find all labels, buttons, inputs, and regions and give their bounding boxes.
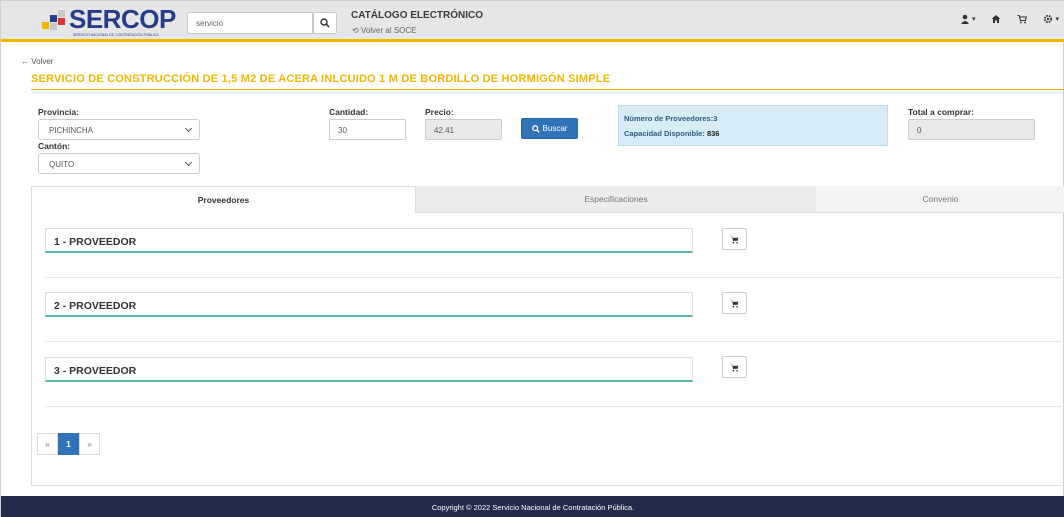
canton-label: Cantón: bbox=[38, 141, 71, 151]
tab-bar: Proveedores Especificaciones Convenio bbox=[31, 186, 1064, 213]
provincia-label: Provincia: bbox=[38, 107, 80, 117]
total-field: 0 bbox=[908, 119, 1035, 140]
provider-info-box: Número de Proveedores:3 Capacidad Dispon… bbox=[618, 105, 888, 146]
capacity-value: 836 bbox=[706, 129, 720, 138]
search-input[interactable]: servicio bbox=[187, 12, 313, 34]
providers-panel: 1 - PROVEEDOR 2 - PROVEEDOR 3 - PROVEEDO… bbox=[31, 212, 1064, 486]
logo-subtitle: SERVICIO NACIONAL DE CONTRATACIÓN PÚBLIC… bbox=[73, 33, 159, 37]
home-icon bbox=[991, 15, 1001, 23]
page: SERCOP SERVICIO NACIONAL DE CONTRATACIÓN… bbox=[0, 0, 1064, 517]
provincia-value: PICHINCHA bbox=[49, 126, 94, 135]
precio-field: 42.41 bbox=[425, 119, 502, 140]
settings-icon bbox=[1044, 14, 1053, 24]
back-label: Volver bbox=[31, 57, 54, 66]
back-arrow-icon: ⟲ bbox=[352, 26, 359, 35]
catalog-title: CATÁLOGO ELECTRÓNICO bbox=[351, 10, 484, 21]
tab-proveedores[interactable]: Proveedores bbox=[31, 186, 416, 213]
provincia-select[interactable]: PICHINCHA bbox=[38, 119, 200, 140]
cart-button[interactable] bbox=[1017, 14, 1028, 24]
cantidad-label: Cantidad: bbox=[329, 107, 369, 117]
canton-select[interactable]: QUITO bbox=[38, 153, 200, 174]
top-navbar: SERCOP SERVICIO NACIONAL DE CONTRATACIÓN… bbox=[1, 1, 1064, 42]
tab-convenio[interactable]: Convenio bbox=[816, 186, 1064, 213]
total-label: Total a comprar: bbox=[908, 107, 974, 117]
cart-icon bbox=[730, 235, 739, 243]
pagination: « 1 » bbox=[37, 433, 100, 455]
capacity-line: Capacidad Disponible: 836 bbox=[624, 129, 719, 138]
home-button[interactable] bbox=[991, 14, 1001, 24]
logo-text: SERCOP bbox=[69, 4, 176, 34]
add-to-cart-button[interactable] bbox=[722, 356, 747, 378]
search-icon bbox=[320, 18, 330, 28]
cart-icon bbox=[730, 299, 739, 307]
add-to-cart-button[interactable] bbox=[722, 292, 747, 314]
row-divider bbox=[45, 406, 1064, 407]
top-icons: ▾ ▾ bbox=[960, 14, 1059, 24]
buscar-label: Buscar bbox=[542, 124, 568, 133]
provider-item[interactable]: 2 - PROVEEDOR bbox=[45, 292, 693, 317]
provider-item[interactable]: 3 - PROVEEDOR bbox=[45, 357, 693, 382]
back-to-soce-label: Volver al SOCE bbox=[360, 26, 417, 35]
chevron-down-icon: ▾ bbox=[1055, 16, 1059, 23]
page-title: SERVICIO DE CONSTRUCCIÓN DE 1,5 M2 DE AC… bbox=[31, 73, 1064, 90]
tab-especificaciones[interactable]: Especificaciones bbox=[416, 186, 816, 213]
footer: Copyright © 2022 Servicio Nacional de Co… bbox=[1, 496, 1064, 517]
pagination-prev[interactable]: « bbox=[37, 433, 58, 455]
cart-icon bbox=[730, 363, 739, 371]
pagination-page-1[interactable]: 1 bbox=[58, 433, 79, 455]
provider-count: Número de Proveedores:3 bbox=[624, 114, 718, 123]
search-button[interactable] bbox=[313, 12, 337, 34]
back-link[interactable]: ← Volver bbox=[21, 57, 53, 66]
user-menu-button[interactable]: ▾ bbox=[960, 14, 976, 24]
canton-value: QUITO bbox=[49, 160, 75, 169]
user-icon bbox=[960, 14, 969, 24]
chevron-down-icon: ▾ bbox=[971, 16, 976, 23]
capacity-label: Capacidad Disponible: bbox=[624, 129, 707, 138]
cantidad-input[interactable]: 30 bbox=[329, 119, 406, 140]
precio-label: Precio: bbox=[425, 107, 454, 117]
back-to-soce-link[interactable]: ⟲ Volver al SOCE bbox=[352, 26, 417, 35]
arrow-left-icon: ← bbox=[21, 57, 29, 66]
row-divider bbox=[45, 277, 1064, 278]
chevron-down-icon bbox=[184, 158, 193, 167]
cart-icon bbox=[1017, 14, 1028, 24]
chevron-down-icon bbox=[184, 124, 193, 133]
add-to-cart-button[interactable] bbox=[722, 228, 747, 250]
settings-menu-button[interactable]: ▾ bbox=[1043, 14, 1059, 24]
sercop-logo[interactable]: SERCOP SERVICIO NACIONAL DE CONTRATACIÓN… bbox=[39, 4, 179, 38]
search-icon bbox=[531, 124, 540, 133]
provider-item[interactable]: 1 - PROVEEDOR bbox=[45, 228, 693, 253]
buscar-button[interactable]: Buscar bbox=[521, 118, 578, 139]
row-divider bbox=[45, 341, 1064, 342]
sercop-logo-mark-icon bbox=[42, 10, 65, 30]
pagination-next[interactable]: » bbox=[79, 433, 100, 455]
copyright-text: Copyright © 2022 Servicio Nacional de Co… bbox=[431, 502, 635, 512]
